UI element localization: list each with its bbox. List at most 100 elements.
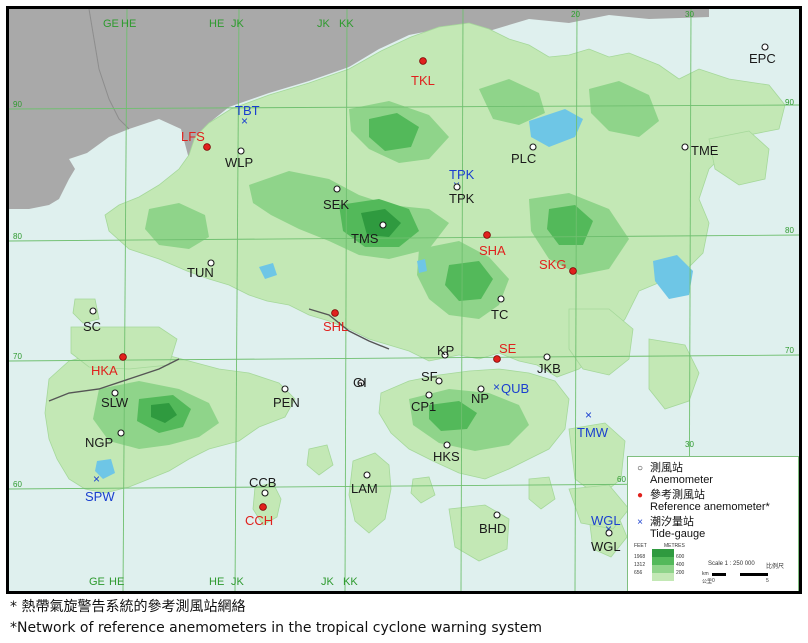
station-label: SHA xyxy=(479,243,506,258)
station-label: SLW xyxy=(101,395,129,410)
station-label: CCH xyxy=(245,513,273,528)
anemometer-icon xyxy=(453,183,461,191)
station-label: CP1 xyxy=(411,399,436,414)
grid-num-right-60: 60 xyxy=(617,475,626,484)
elev-metre-200: 200 xyxy=(676,570,685,576)
legend-reference-en: Reference anemometer* xyxy=(650,501,770,513)
grid-label-bottom-6: KK xyxy=(343,576,358,588)
legend-tide-zh: 潮汐量站 xyxy=(650,515,694,528)
station-label: KP xyxy=(437,343,454,358)
station-label: TPK xyxy=(449,191,475,206)
station-label: SEK xyxy=(323,197,349,212)
station-label: SC xyxy=(83,319,101,334)
station-kp-anemometer: KP xyxy=(437,343,454,359)
station-label: SPW xyxy=(85,489,115,504)
reference-anemometer-icon xyxy=(493,355,501,363)
station-label: SKG xyxy=(539,257,566,272)
station-label: HKS xyxy=(433,449,460,464)
scale-zh: 比例尺 xyxy=(766,564,785,570)
grid-label-top-1: GE xyxy=(103,18,119,30)
station-label: LFS xyxy=(181,129,205,144)
reference-anemometer-icon xyxy=(419,57,427,65)
footnote-en: *Network of reference anemometers in the… xyxy=(10,620,542,636)
elev-feet-1968: 1968 xyxy=(634,554,646,560)
scale-five: 5 xyxy=(766,578,769,584)
elev-band-mid xyxy=(652,565,674,573)
station-label: SF xyxy=(421,369,438,384)
elev-band-peak xyxy=(652,549,674,557)
tide-gauge-icon: × xyxy=(585,408,592,422)
grid-label-bottom-2: HE xyxy=(109,576,124,588)
scale-bar: Scale 1 : 250 000 比例尺 km 公里 0 5 xyxy=(702,561,796,587)
station-label: TUN xyxy=(187,265,214,280)
station-label: NGP xyxy=(85,435,113,450)
station-label: TMW xyxy=(577,425,609,440)
reference-anemometer-icon xyxy=(569,267,577,275)
station-label: PLC xyxy=(511,151,536,166)
elev-metre-600: 600 xyxy=(676,554,685,560)
grid-num-right-70: 70 xyxy=(785,346,794,355)
anemometer-icon xyxy=(89,307,97,315)
anemometer-icon xyxy=(443,441,451,449)
scale-bar-gap xyxy=(726,573,740,576)
station-label: TMS xyxy=(351,231,379,246)
station-label: QUB xyxy=(501,381,529,396)
footnotes: * 熱帶氣旋警告系統的參考測風站網絡 *Network of reference… xyxy=(10,597,542,639)
grid-label-top-2: HE xyxy=(121,18,136,30)
grid-num-left-70: 70 xyxy=(13,352,22,361)
anemometer-icon xyxy=(529,143,537,151)
grid-num-top-30: 30 xyxy=(685,10,694,19)
tide-gauge-icon: × xyxy=(493,380,500,394)
anemometer-icon xyxy=(425,391,433,399)
station-label: HKA xyxy=(91,363,118,378)
grid-num-left-80: 80 xyxy=(13,232,22,241)
anemometer-icon xyxy=(605,529,613,537)
station-label: WGL xyxy=(591,513,621,528)
anemometer-icon xyxy=(497,295,505,303)
reference-anemometer-icon xyxy=(331,309,339,317)
grid-label-bottom-1: GE xyxy=(89,576,105,588)
scale-unit-zh: 公里 xyxy=(702,579,713,585)
grid-num-left-60: 60 xyxy=(13,480,22,489)
grid-label-bottom-3: HE xyxy=(209,576,224,588)
tide-gauge-icon: × xyxy=(637,517,643,528)
elev-feet-656: 656 xyxy=(634,570,643,576)
scale-bar-line xyxy=(712,573,768,576)
map-frame: GE HE HE JK JK KK GE HE HE JK JK KK 90 8… xyxy=(6,6,802,594)
legend-anemometer-en: Anemometer xyxy=(650,474,713,486)
station-label: EPC xyxy=(749,51,776,66)
station-label: WGL xyxy=(591,539,621,554)
station-label: TKL xyxy=(411,73,435,88)
scale-text: Scale 1 : 250 000 xyxy=(708,561,755,567)
anemometer-icon xyxy=(493,511,501,519)
grid-num-right-80: 80 xyxy=(785,226,794,235)
anemometer-icon xyxy=(117,429,125,437)
station-label: SHL xyxy=(323,319,348,334)
station-label: LAM xyxy=(351,481,378,496)
tide-gauge-icon: × xyxy=(93,472,100,486)
station-label: GI xyxy=(353,375,367,390)
station-epc-anemometer: EPC xyxy=(749,43,776,66)
elev-band-low xyxy=(652,573,674,581)
grid-num-left-90: 90 xyxy=(13,100,22,109)
station-label: TBT xyxy=(235,103,260,118)
anemometer-icon xyxy=(261,489,269,497)
grid-label-bottom-5: JK xyxy=(321,576,335,588)
legend-reference-zh: 參考測風站 xyxy=(650,488,705,501)
station-label: BHD xyxy=(479,521,506,536)
legend-tide-en: Tide-gauge xyxy=(650,528,706,540)
station-qub-tide: × QUB xyxy=(493,380,529,396)
station-label: TME xyxy=(691,143,719,158)
anemometer-icon xyxy=(379,221,387,229)
grid-label-top-5: JK xyxy=(317,18,331,30)
grid-label-bottom-4: JK xyxy=(231,576,245,588)
anemometer-icon xyxy=(363,471,371,479)
elev-band-high xyxy=(652,557,674,565)
grid-label-top-3: HE xyxy=(209,18,224,30)
scale-unit-km: km xyxy=(702,571,709,577)
elev-feet-1312: 1312 xyxy=(634,562,646,568)
reference-anemometer-icon xyxy=(259,503,267,511)
station-label: TC xyxy=(491,307,508,322)
grid-num-right-90: 90 xyxy=(785,98,794,107)
station-label: NP xyxy=(471,391,489,406)
